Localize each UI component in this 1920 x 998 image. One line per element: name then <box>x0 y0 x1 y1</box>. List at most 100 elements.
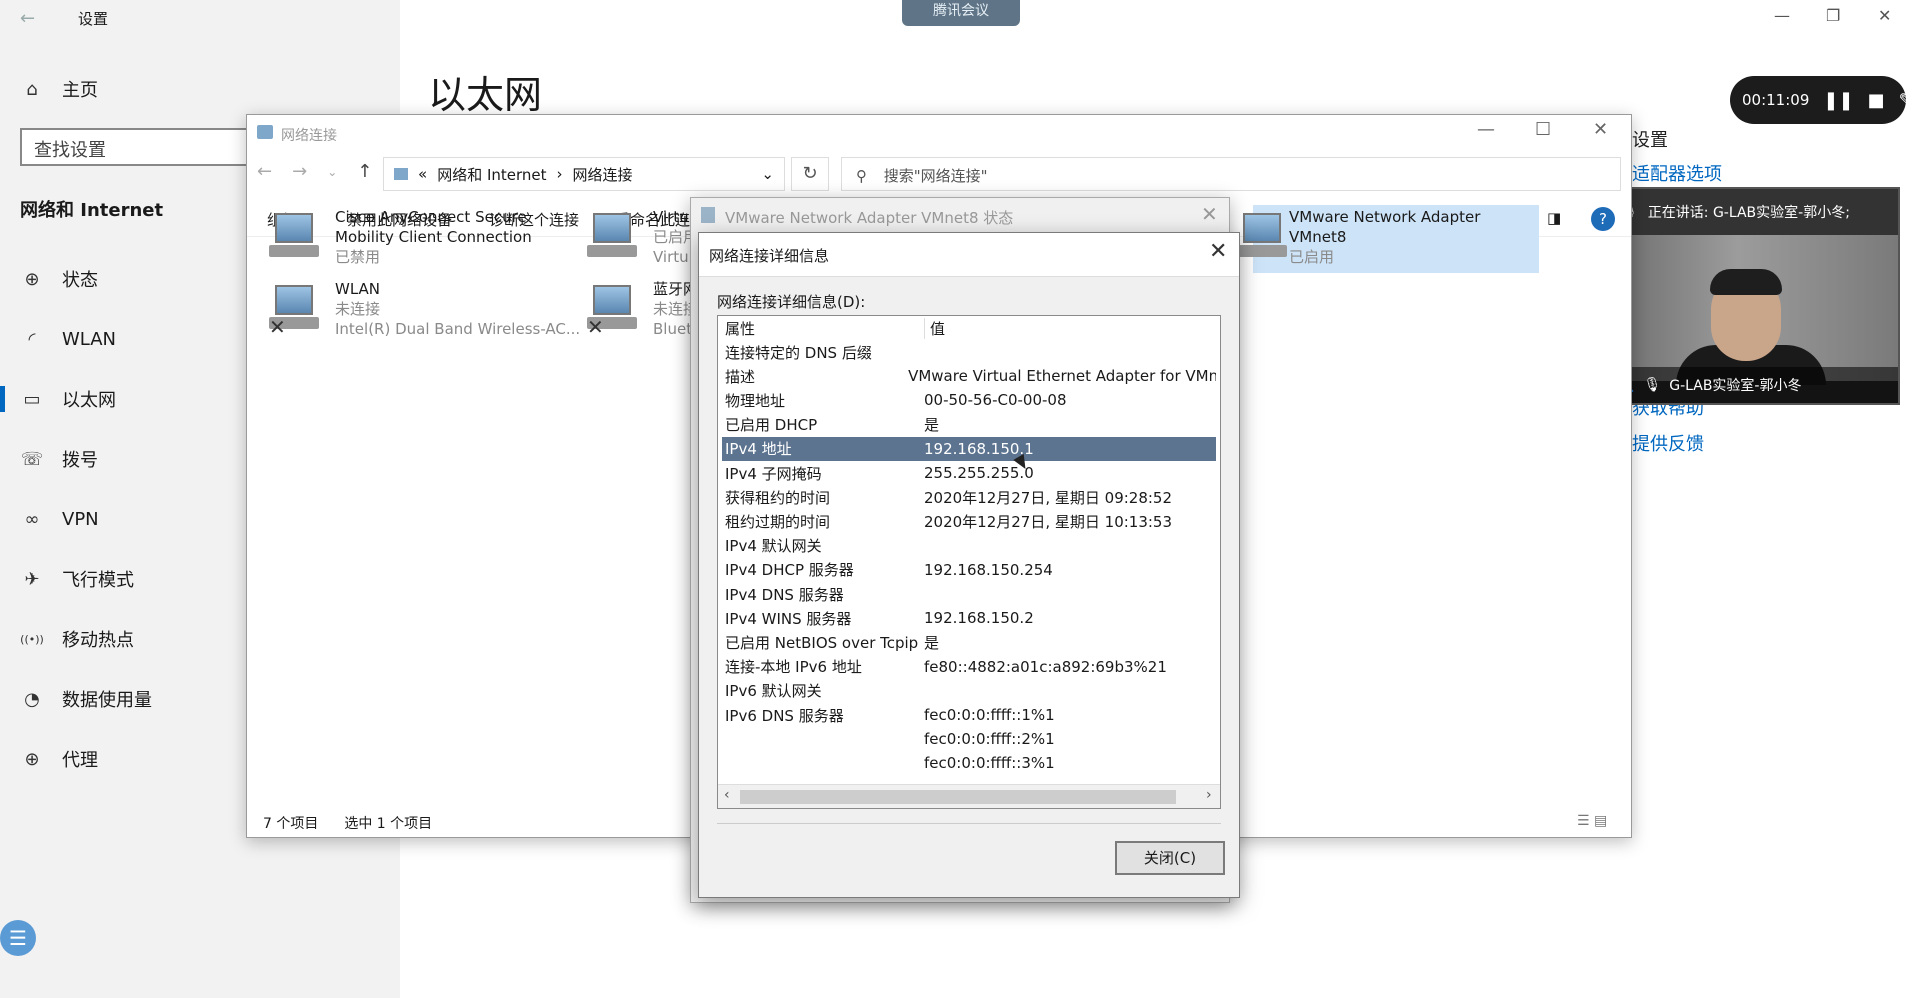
breadcrumb-connections[interactable]: 网络连接 <box>573 164 633 185</box>
value-cell: 2020年12月27日, 星期日 10:13:53 <box>924 512 1173 531</box>
details-label: 网络连接详细信息(D): <box>717 293 866 311</box>
value-cell: 是 <box>924 633 940 652</box>
list-item[interactable]: 已启用 NetBIOS over Tcpip 是 <box>722 630 1216 654</box>
list-item[interactable]: fec0:0:0:ffff::2%1 <box>722 727 1216 751</box>
home-nav-item[interactable]: ⌂ 主页 <box>20 74 98 104</box>
list-item[interactable]: fec0:0:0:ffff::3%1 <box>722 751 1216 775</box>
participant-hair <box>1710 269 1782 295</box>
pen-icon[interactable]: ✎ <box>1899 90 1914 111</box>
scroll-thumb[interactable] <box>740 790 1176 804</box>
property-cell: IPv4 DHCP 服务器 <box>725 561 854 580</box>
up-icon[interactable]: ↑ <box>357 161 372 183</box>
sidebar-item-4[interactable]: ∞ VPN <box>20 504 99 534</box>
speaking-bar: 🎙 正在讲话: G-LAB实验室-郭小冬; <box>1606 189 1898 235</box>
sidebar-item-7[interactable]: ◔ 数据使用量 <box>20 684 152 714</box>
list-item[interactable]: IPv4 DNS 服务器 <box>722 582 1216 606</box>
property-cell: IPv4 默认网关 <box>725 537 822 556</box>
sidebar-item-3[interactable]: ☏ 拨号 <box>20 444 98 474</box>
dialup-icon: ☏ <box>20 448 44 470</box>
list-item[interactable]: 已启用 DHCP 是 <box>722 413 1216 437</box>
list-item[interactable]: IPv4 地址 192.168.150.1 <box>722 436 1216 461</box>
property-cell: 连接-本地 IPv6 地址 <box>725 658 862 677</box>
sidebar-item-5[interactable]: ✈ 飞行模式 <box>20 564 134 594</box>
column-value[interactable]: 值 <box>924 317 945 339</box>
sidebar-item-1[interactable]: ◜ WLAN <box>20 324 117 354</box>
scroll-right-icon[interactable]: › <box>1206 787 1212 803</box>
property-cell: IPv6 默认网关 <box>725 682 822 701</box>
value-cell: fec0:0:0:ffff::2%1 <box>924 730 1055 749</box>
status-close-icon[interactable]: ✕ <box>1201 202 1218 226</box>
nc-maximize-icon[interactable]: ☐ <box>1535 119 1551 140</box>
back-icon[interactable]: ← <box>257 161 272 183</box>
participant-video <box>1606 235 1898 385</box>
list-item[interactable]: 连接特定的 DNS 后缀 <box>722 340 1216 364</box>
list-item[interactable]: 物理地址 00-50-56-C0-00-08 <box>722 388 1216 412</box>
selected-count: 选中 1 个项目 <box>344 816 433 832</box>
details-view-icon[interactable]: ☰ ▤ <box>1577 813 1607 829</box>
minimize-icon[interactable]: — <box>1774 6 1790 25</box>
adapter-wlan[interactable]: WLAN 未连接 Intel(R) Dual Band Wireless-AC.… <box>335 279 580 339</box>
value-cell: fe80::4882:a01c:a892:69b3%21 <box>924 657 1167 676</box>
airplane-icon: ✈ <box>24 568 40 590</box>
dialog-close-icon[interactable]: ✕ <box>1209 239 1227 264</box>
disconnected-x-icon: ✕ <box>587 315 604 339</box>
nc-close-icon[interactable]: ✕ <box>1593 119 1608 140</box>
property-cell: 物理地址 <box>725 391 786 410</box>
adapter-options-link[interactable]: 适配器选项 <box>1632 160 1722 186</box>
close-icon[interactable]: ✕ <box>1878 6 1891 25</box>
recent-icon[interactable]: ⌄ <box>327 161 337 183</box>
adapter-cisco[interactable]: Cisco AnyConnect Secure Mobility Client … <box>335 207 532 267</box>
sidebar-item-0[interactable]: ⊕ 状态 <box>20 264 98 294</box>
address-bar[interactable]: « 网络和 Internet › 网络连接 ⌄ <box>383 157 785 191</box>
list-item[interactable]: IPv4 DHCP 服务器 192.168.150.254 <box>722 558 1216 582</box>
disconnected-x-icon: ✕ <box>269 315 286 339</box>
nc-minimize-icon[interactable]: — <box>1477 119 1495 140</box>
sidebar-item-8[interactable]: ⊕ 代理 <box>20 744 98 774</box>
refresh-icon[interactable]: ↻ <box>791 157 829 191</box>
feedback-link[interactable]: 提供反馈 <box>1632 430 1704 456</box>
adapter-icon <box>269 211 325 263</box>
participant-name: G-LAB实验室-郭小冬 <box>1669 378 1802 394</box>
list-item[interactable]: 连接-本地 IPv6 地址 fe80::4882:a01c:a892:69b3%2… <box>722 655 1216 679</box>
close-button[interactable]: 关闭(C) <box>1115 841 1225 875</box>
property-cell: 描述 <box>725 367 756 386</box>
list-item[interactable]: IPv4 子网掩码 255.255.255.0 <box>722 461 1216 485</box>
sidebar-item-2[interactable]: ▭ 以太网 <box>20 384 116 414</box>
list-item[interactable]: IPv6 默认网关 <box>722 679 1216 703</box>
breadcrumb-network[interactable]: 网络和 Internet <box>437 164 546 185</box>
preview-pane-icon[interactable]: ◨ <box>1547 209 1561 227</box>
search-input[interactable]: ⚲ 搜索"网络连接" <box>841 157 1621 191</box>
restore-icon[interactable]: ❐ <box>1826 6 1840 25</box>
list-item[interactable]: 描述 VMware Virtual Ethernet Adapter for VM… <box>722 364 1216 388</box>
settings-search-input[interactable]: 查找设置 <box>20 128 254 166</box>
stop-icon[interactable]: ■ <box>1868 90 1885 111</box>
horizontal-scrollbar[interactable]: ‹ › <box>718 784 1220 808</box>
scroll-left-icon[interactable]: ‹ <box>724 787 730 803</box>
list-item[interactable]: 获得租约的时间 2020年12月27日, 星期日 09:28:52 <box>722 485 1216 509</box>
active-indicator <box>0 386 5 412</box>
pause-icon[interactable]: ❚❚ <box>1823 90 1853 111</box>
expand-menu-icon[interactable]: ☰ <box>0 920 36 956</box>
video-panel: 🎙 正在讲话: G-LAB实验室-郭小冬; 👤 🎙 G-LAB实验室-郭小冬 <box>1604 187 1900 405</box>
vpn-icon: ∞ <box>24 508 40 530</box>
list-item[interactable]: IPv4 默认网关 <box>722 534 1216 558</box>
list-item[interactable]: IPv4 WINS 服务器 192.168.150.2 <box>722 606 1216 630</box>
help-icon[interactable]: ? <box>1591 207 1615 231</box>
property-cell: 连接特定的 DNS 后缀 <box>725 343 872 362</box>
forward-icon[interactable]: → <box>292 161 307 183</box>
nav-buttons: ← → ⌄ ↑ <box>257 161 372 183</box>
column-property[interactable]: 属性 <box>722 318 924 339</box>
divider <box>717 823 1221 824</box>
details-list[interactable]: 属性 值 连接特定的 DNS 后缀描述 VMware Virtual Ethern… <box>717 315 1221 809</box>
adapter-vmnet8[interactable]: VMware Network Adapter VMnet8 已启用 <box>1289 207 1480 267</box>
list-item[interactable]: IPv6 DNS 服务器 fec0:0:0:ffff::1%1 <box>722 703 1216 727</box>
chevron-right-icon: › <box>556 165 563 183</box>
sidebar-item-6[interactable]: ((•)) 移动热点 <box>20 624 134 654</box>
chevron-down-icon[interactable]: ⌄ <box>761 165 774 183</box>
meeting-tab[interactable]: 腾讯会议 <box>902 0 1020 26</box>
back-arrow-icon[interactable]: ← <box>20 8 35 29</box>
list-item[interactable]: 租约过期的时间 2020年12月27日, 星期日 10:13:53 <box>722 509 1216 533</box>
property-cell: 已启用 DHCP <box>725 416 818 435</box>
sidebar-item-label: 飞行模式 <box>62 570 134 591</box>
related-settings-heading: 设置 <box>1632 130 1668 151</box>
